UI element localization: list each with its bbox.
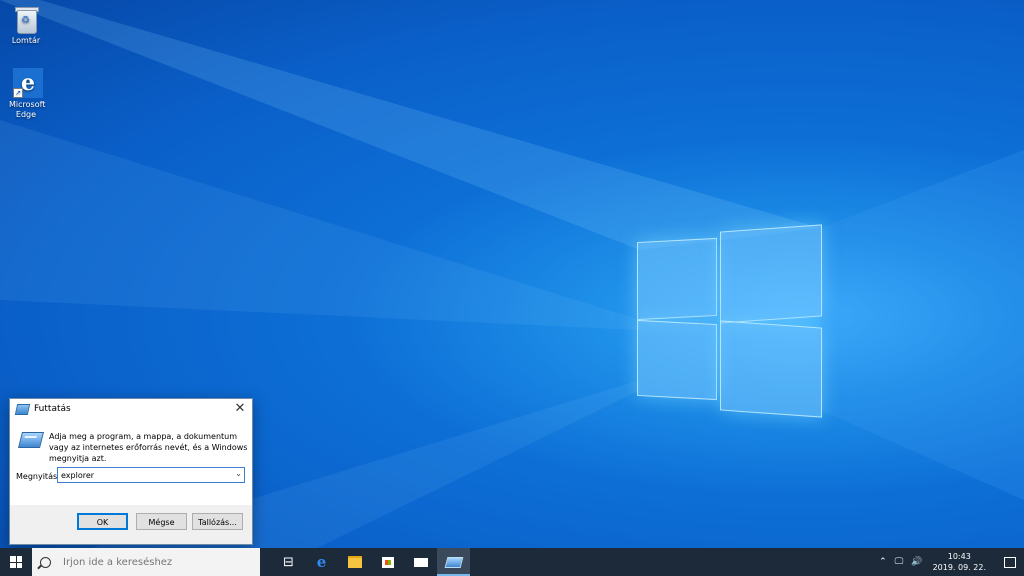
clock[interactable]: 10:43 2019. 09. 22. <box>933 551 986 573</box>
chevron-up-icon[interactable]: ⌃ <box>879 557 887 567</box>
cancel-button[interactable]: Mégse <box>136 513 187 530</box>
taskbar: ⊟ e ⌃ 🖵 🔊 10:43 2019. 09. 22. <box>0 548 1024 576</box>
store-icon[interactable] <box>371 548 404 576</box>
ok-button[interactable]: OK <box>77 513 128 530</box>
close-icon[interactable]: ✕ <box>232 401 248 417</box>
run-icon <box>18 432 44 448</box>
edge-icon: e ↗ <box>12 68 43 98</box>
dialog-titlebar[interactable]: Futtatás <box>10 399 252 419</box>
desktop-icon-label: Microsoft Edge <box>9 100 46 119</box>
taskbar-search[interactable] <box>32 548 260 576</box>
start-button[interactable] <box>0 548 32 576</box>
desktop-icon-label: Lomtár <box>11 36 41 45</box>
file-explorer-icon[interactable] <box>338 548 371 576</box>
system-tray: ⌃ 🖵 🔊 10:43 2019. 09. 22. <box>875 548 1024 576</box>
chevron-down-icon[interactable]: ⌄ <box>235 469 242 478</box>
run-dialog: Futtatás ✕ Adja meg a program, a mappa, … <box>9 398 253 545</box>
edge-icon[interactable]: e <box>305 548 338 576</box>
open-label: Megnyitás: <box>16 472 60 481</box>
open-input[interactable] <box>58 468 226 483</box>
clock-time: 10:43 <box>947 552 971 561</box>
search-icon <box>40 556 51 568</box>
open-combobox[interactable]: ⌄ <box>57 467 245 483</box>
desktop-icon-edge[interactable]: e ↗ Microsoft Edge <box>1 68 51 120</box>
recycle-bin-icon: ♻ <box>12 4 40 34</box>
task-view-icon[interactable]: ⊟ <box>272 548 305 576</box>
mail-icon[interactable] <box>404 548 437 576</box>
clock-date: 2019. 09. 22. <box>932 563 986 572</box>
windows-start-icon <box>10 556 22 568</box>
volume-icon[interactable]: 🔊 <box>911 557 922 567</box>
notification-icon[interactable] <box>996 548 1024 576</box>
dialog-description: Adja meg a program, a mappa, a dokumentu… <box>49 432 248 463</box>
search-input[interactable] <box>61 555 255 569</box>
network-icon[interactable]: 🖵 <box>895 557 904 567</box>
desktop-icon-recycle-bin[interactable]: ♻ Lomtár <box>1 4 51 46</box>
run-taskbar-icon[interactable] <box>437 548 470 576</box>
run-title-icon <box>14 403 31 415</box>
dialog-title: Futtatás <box>34 404 71 414</box>
browse-button[interactable]: Tallózás... <box>192 513 243 530</box>
